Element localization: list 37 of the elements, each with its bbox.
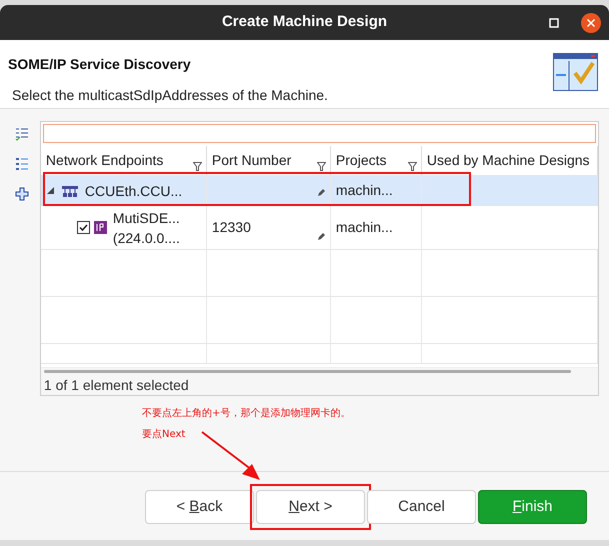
project-name: machin... [336, 181, 393, 200]
close-icon[interactable] [581, 12, 601, 32]
plus-icon[interactable] [15, 187, 30, 201]
pencil-icon[interactable] [316, 232, 326, 241]
horizontal-scrollbar[interactable] [44, 370, 571, 373]
ip-icon [94, 221, 107, 234]
expand-arrow-icon[interactable] [46, 187, 54, 194]
filter-icon[interactable] [192, 162, 202, 171]
pencil-icon[interactable] [316, 188, 326, 197]
page-description: Select the multicastSdIpAddresses of the Machine. [11, 86, 328, 105]
checked-window-icon [553, 53, 598, 91]
network-icon [60, 184, 79, 198]
table-row[interactable]: MutiSDE... (224.0.0.... 12330 machin... [40, 206, 598, 250]
page-title: SOME/IP Service Discovery [8, 55, 192, 74]
checklist-icon[interactable] [15, 127, 30, 141]
annotation-text: 不要点左上角的+号，那个是添加物理网卡的。 [142, 406, 352, 421]
column-header[interactable]: Used by Machine Designs [422, 146, 598, 175]
wizard-button[interactable]: Cancel [367, 490, 476, 524]
filter-field[interactable] [42, 124, 596, 143]
project-name: machin... [336, 218, 393, 237]
checkbox[interactable] [76, 221, 90, 234]
window-title: Create Machine Design [222, 12, 388, 32]
status-text: 1 of 1 element selected [44, 377, 189, 393]
maximize-icon[interactable] [549, 18, 559, 28]
filter-icon[interactable] [408, 162, 417, 171]
column-header[interactable]: Port Number [206, 146, 331, 175]
port-number: 12330 [212, 218, 251, 237]
list-icon[interactable] [15, 157, 30, 171]
column-header[interactable]: Network Endpoints [40, 146, 207, 175]
endpoint-name: MutiSDE... [112, 208, 180, 228]
endpoint-name: CCUEth.CCU... [84, 182, 182, 200]
endpoint-name: (224.0.0.... [112, 228, 180, 248]
annotation-text: 要点Next [142, 428, 186, 442]
filter-icon[interactable] [316, 162, 326, 171]
wizard-button[interactable]: < Back [145, 490, 254, 524]
column-header[interactable]: Projects [330, 146, 422, 175]
wizard-button[interactable]: Next > [256, 490, 365, 524]
